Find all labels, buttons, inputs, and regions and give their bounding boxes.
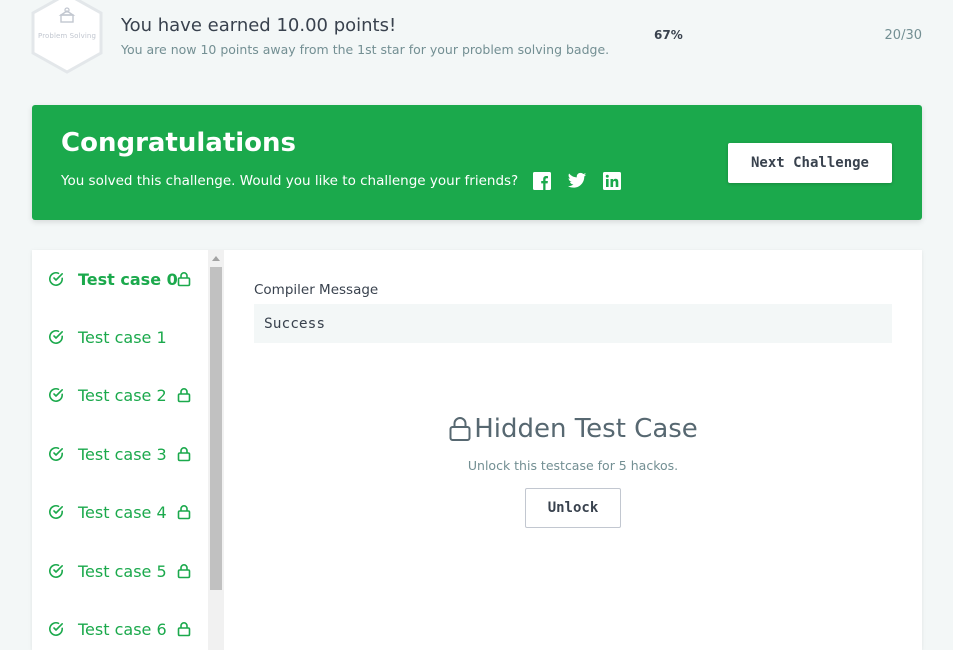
- check-circle-icon: [49, 447, 63, 461]
- test-case-details: Compiler Message Success Hidden Test Cas…: [224, 250, 922, 650]
- scroll-up-arrow-icon[interactable]: [212, 256, 220, 261]
- check-circle-icon: [49, 622, 63, 636]
- test-case-item-6[interactable]: Test case 6: [32, 600, 208, 650]
- lock-icon: [177, 622, 191, 637]
- test-results-panel: Test case 0 Test case 1 Test case 2 Test ca…: [32, 250, 922, 650]
- test-case-label: Test case 2: [78, 385, 167, 405]
- check-circle-icon: [49, 272, 63, 286]
- badge-bar: Problem Solving You have earned 10.00 po…: [0, 0, 953, 80]
- hidden-test-case-subtitle: Unlock this testcase for 5 hackos.: [467, 458, 679, 473]
- lock-icon: [177, 272, 191, 287]
- badge-label: Problem Solving: [38, 32, 96, 40]
- test-case-label: Test case 1: [78, 327, 167, 347]
- test-case-scrollbar[interactable]: [208, 250, 224, 650]
- test-case-item-3[interactable]: Test case 3: [32, 425, 208, 483]
- test-case-item-2[interactable]: Test case 2: [32, 366, 208, 424]
- test-case-label: Test case 4: [78, 502, 167, 522]
- next-challenge-button[interactable]: Next Challenge: [728, 143, 892, 183]
- lock-icon: [177, 505, 191, 520]
- check-circle-icon: [49, 330, 63, 344]
- badge-hexagon: Problem Solving: [31, 0, 103, 74]
- badge-progress-percent: 67%: [654, 28, 683, 42]
- hidden-test-case-block: Hidden Test Case Unlock this testcase fo…: [224, 414, 922, 528]
- lock-icon: [177, 564, 191, 579]
- facebook-icon[interactable]: [531, 170, 553, 192]
- test-case-label: Test case 3: [78, 444, 167, 464]
- test-case-item-5[interactable]: Test case 5: [32, 542, 208, 600]
- congratulations-banner: Congratulations You solved this challeng…: [32, 105, 922, 220]
- test-case-label: Test case 0: [78, 269, 178, 289]
- hidden-test-case-heading: Hidden Test Case: [474, 414, 698, 444]
- compiler-message-text: Success: [264, 315, 326, 332]
- challenge-friends-text: You solved this challenge. Would you lik…: [61, 173, 519, 189]
- problem-solving-badge-icon: [58, 7, 76, 23]
- test-case-label: Test case 5: [78, 561, 167, 581]
- earned-points-title: You have earned 10.00 points!: [121, 15, 397, 36]
- twitter-icon[interactable]: [566, 170, 588, 192]
- lock-icon: [177, 447, 191, 462]
- test-case-label: Test case 6: [78, 619, 167, 639]
- test-case-list: Test case 0 Test case 1 Test case 2 Test ca…: [32, 250, 208, 650]
- linkedin-icon[interactable]: [601, 170, 623, 192]
- check-circle-icon: [49, 564, 63, 578]
- compiler-message-label: Compiler Message: [254, 282, 379, 298]
- check-circle-icon: [49, 388, 63, 402]
- test-case-item-0[interactable]: Test case 0: [32, 250, 208, 308]
- earned-points-subtitle: You are now 10 points away from the 1st …: [121, 42, 610, 57]
- badge-progress-count: 20/30: [884, 28, 922, 43]
- scroll-thumb[interactable]: [210, 267, 222, 590]
- test-case-item-4[interactable]: Test case 4: [32, 483, 208, 541]
- test-case-item-1[interactable]: Test case 1: [32, 308, 208, 366]
- check-circle-icon: [49, 505, 63, 519]
- hidden-test-case-title: Hidden Test Case: [448, 414, 698, 444]
- congratulations-title: Congratulations: [61, 128, 297, 158]
- lock-icon: [177, 388, 191, 403]
- lock-icon: [449, 417, 471, 441]
- unlock-button[interactable]: Unlock: [525, 488, 621, 528]
- challenge-friends-row: You solved this challenge. Would you lik…: [61, 169, 623, 193]
- compiler-message-box: Success: [254, 304, 892, 343]
